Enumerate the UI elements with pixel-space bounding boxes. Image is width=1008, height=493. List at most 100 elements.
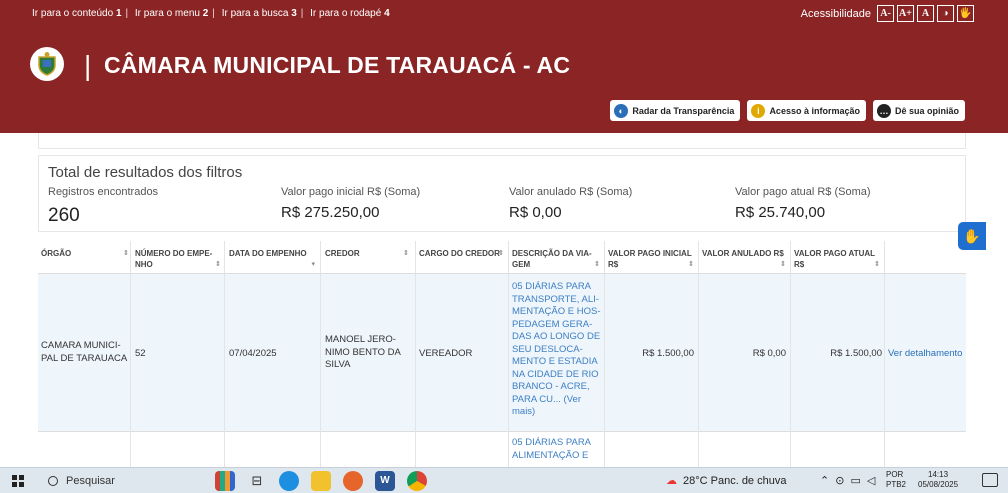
file-explorer-icon[interactable] bbox=[311, 471, 331, 491]
volume-icon[interactable]: ◁ bbox=[867, 474, 875, 487]
cell-numero: 52 bbox=[135, 348, 146, 359]
weather-text: 28°C Panc. de chuva bbox=[683, 474, 787, 487]
municipal-logo[interactable] bbox=[30, 47, 64, 81]
page-title[interactable]: CÂMARA MUNICIPAL DE TARAUACÁ - AC bbox=[104, 52, 570, 79]
results-table: ÓRGÃO ⇕ NÚMERO DO EMPE- NHO ⇕ DATA DO EMPE… bbox=[38, 241, 966, 467]
show-hidden-icons-icon[interactable]: ⌃ bbox=[820, 474, 829, 487]
taskbar-search-placeholder: Pesquisar bbox=[66, 475, 115, 487]
start-button[interactable] bbox=[12, 475, 24, 487]
radar-transparencia-button[interactable]: ◐ Radar da Transparência bbox=[610, 100, 741, 121]
accessibility-bar: Acessibilidade A- A+ A ◑ 🖐 bbox=[801, 5, 974, 22]
word-icon[interactable]: W bbox=[375, 471, 395, 491]
hands-icon: ✋ bbox=[963, 227, 981, 244]
de-sua-opiniao-label: Dê sua opinião bbox=[894, 105, 959, 116]
search-icon bbox=[48, 476, 58, 486]
system-tray: ⌃ ⊙ ▭ ◁ bbox=[820, 474, 875, 487]
column-divider bbox=[884, 241, 885, 467]
column-header-orgao[interactable]: ÓRGÃO ⇕ bbox=[41, 248, 129, 259]
clock-time: 14:13 bbox=[928, 470, 949, 479]
notification-center-icon[interactable] bbox=[982, 473, 998, 487]
skip-link-footer[interactable]: Ir para o rodapé 4 bbox=[310, 8, 390, 19]
records-label: Registros encontrados bbox=[48, 186, 159, 198]
site-header: Ir para o conteúdo 1 | Ir para o menu 2 | … bbox=[0, 0, 1008, 133]
language-indicator[interactable]: POR PTB2 bbox=[886, 470, 906, 490]
taskbar-search[interactable]: Pesquisar bbox=[40, 472, 200, 490]
current-paid-label: Valor pago atual R$ (Soma) bbox=[735, 186, 871, 198]
current-paid-value: R$ 25.740,00 bbox=[735, 204, 826, 221]
battery-icon[interactable]: ▭ bbox=[850, 474, 860, 487]
de-sua-opiniao-button[interactable]: … Dê sua opinião bbox=[872, 100, 965, 121]
radar-icon: ◐ bbox=[614, 103, 629, 118]
annulled-label: Valor anulado R$ (Soma) bbox=[509, 186, 633, 198]
column-header-valor-inicial[interactable]: VALOR PAGO INICIAL R$ ⇕ bbox=[608, 248, 694, 270]
chat-icon: … bbox=[876, 103, 891, 118]
initial-paid-label: Valor pago inicial R$ (Soma) bbox=[281, 186, 421, 198]
edge-browser-icon[interactable] bbox=[279, 471, 299, 491]
cell-valor-atual: R$ 1.500,00 bbox=[830, 348, 882, 359]
skip-link-menu[interactable]: Ir para o menu 2 bbox=[135, 8, 208, 19]
sort-icon: ⇕ bbox=[403, 250, 409, 257]
firefox-icon[interactable] bbox=[343, 471, 363, 491]
radar-transparencia-label: Radar da Transparência bbox=[632, 105, 735, 116]
sort-icon: ⇕ bbox=[123, 250, 129, 257]
column-header-data[interactable]: DATA DO EMPENHO ▾ bbox=[229, 248, 315, 268]
vlibras-widget-button[interactable]: ✋ bbox=[958, 222, 986, 250]
windows-taskbar: Pesquisar ⊟ W ☁ 28°C Panc. de chuva ⌃ ⊙ … bbox=[0, 467, 1008, 493]
column-divider bbox=[415, 241, 416, 467]
column-header-descricao[interactable]: DESCRIÇÃO DA VIA- GEM ⇕ bbox=[512, 248, 600, 270]
column-header-credor[interactable]: CREDOR ⇕ bbox=[325, 248, 409, 259]
weather-widget[interactable]: ☁ 28°C Panc. de chuva bbox=[666, 474, 787, 488]
sort-icon: ⇕ bbox=[498, 250, 504, 257]
contrast-button[interactable]: ◑ bbox=[937, 5, 954, 22]
chrome-icon[interactable] bbox=[407, 471, 427, 491]
initial-paid-block: Valor pago inicial R$ (Soma) R$ 275.250,… bbox=[281, 186, 420, 221]
ver-detalhamento-link[interactable]: Ver detalhamento bbox=[888, 348, 962, 361]
cell-orgao: CAMARA MUNICI- PAL DE TARAUACA bbox=[41, 340, 128, 364]
annulled-block: Valor anulado R$ (Soma) R$ 0,00 bbox=[509, 186, 632, 221]
sort-icon: ⇕ bbox=[688, 261, 694, 268]
info-icon: i bbox=[751, 103, 766, 118]
column-header-numero[interactable]: NÚMERO DO EMPE- NHO ⇕ bbox=[135, 248, 221, 270]
sort-down-icon: ▾ bbox=[311, 261, 315, 268]
acesso-informacao-button[interactable]: i Acesso à informação bbox=[747, 100, 866, 121]
column-header-valor-anulado[interactable]: VALOR ANULADO R$ ⇕ bbox=[702, 248, 786, 268]
records-value: 260 bbox=[48, 205, 80, 226]
acesso-informacao-label: Acesso à informação bbox=[769, 105, 860, 116]
cell-valor-anulado: R$ 0,00 bbox=[752, 348, 786, 359]
column-divider bbox=[508, 241, 509, 467]
initial-paid-value: R$ 275.250,00 bbox=[281, 204, 380, 221]
books-app-icon[interactable] bbox=[215, 471, 235, 491]
cell-data: 07/04/2025 bbox=[229, 348, 277, 359]
sort-icon: ⇕ bbox=[780, 261, 786, 268]
skip-link-search[interactable]: Ir para a busca 3 bbox=[222, 8, 297, 19]
column-divider bbox=[698, 241, 699, 467]
results-summary: Total de resultados dos filtros Registro… bbox=[38, 155, 966, 232]
table-row: 05 DIÁRIAS PARA ALIMENTAÇÃO E bbox=[38, 432, 966, 467]
filters-panel-bottom bbox=[38, 133, 966, 149]
header-actions: ◐ Radar da Transparência i Acesso à info… bbox=[610, 100, 965, 121]
decrease-font-button[interactable]: A- bbox=[877, 5, 894, 22]
sign-language-button[interactable]: 🖐 bbox=[957, 5, 974, 22]
current-paid-block: Valor pago atual R$ (Soma) R$ 25.740,00 bbox=[735, 186, 871, 221]
column-divider bbox=[604, 241, 605, 467]
network-icon[interactable]: ⊙ bbox=[835, 474, 844, 487]
column-header-valor-atual[interactable]: VALOR PAGO ATUAL R$ ⇕ bbox=[794, 248, 880, 270]
cell-descricao-link[interactable]: 05 DIÁRIAS PARA ALIMENTAÇÃO E bbox=[512, 437, 604, 462]
clock-date: 05/08/2025 bbox=[918, 480, 959, 489]
task-view-icon[interactable]: ⊟ bbox=[247, 471, 267, 491]
title-divider: | bbox=[84, 50, 92, 81]
reset-font-button[interactable]: A bbox=[917, 5, 934, 22]
clock[interactable]: 14:13 05/08/2025 bbox=[918, 470, 958, 490]
taskbar-apps: ⊟ W bbox=[215, 471, 427, 491]
sort-icon: ⇕ bbox=[874, 261, 880, 268]
skip-link-content[interactable]: Ir para o conteúdo 1 bbox=[32, 8, 122, 19]
annulled-value: R$ 0,00 bbox=[509, 204, 562, 221]
column-header-cargo[interactable]: CARGO DO CREDOR ⇕ bbox=[419, 248, 504, 259]
windows-logo-icon bbox=[12, 475, 17, 480]
accessibility-label: Acessibilidade bbox=[800, 7, 871, 20]
column-divider bbox=[320, 241, 321, 467]
cell-descricao-link[interactable]: 05 DIÁRIAS PARA TRANSPORTE, ALI- MENTAÇÃ… bbox=[512, 281, 604, 419]
increase-font-button[interactable]: A+ bbox=[897, 5, 914, 22]
cell-valor-inicial: R$ 1.500,00 bbox=[642, 348, 694, 359]
records-block: Registros encontrados 260 bbox=[48, 186, 158, 227]
